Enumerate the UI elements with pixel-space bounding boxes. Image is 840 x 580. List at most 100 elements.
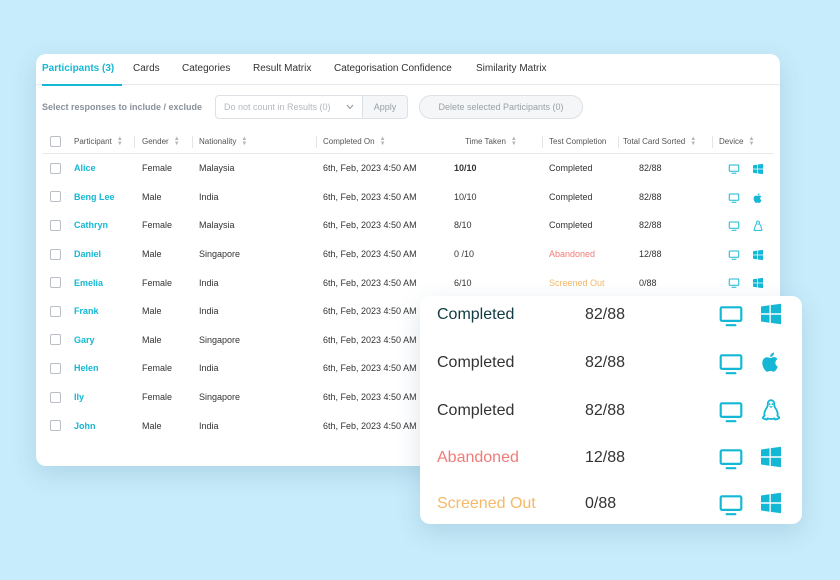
chevron-down-icon [346,104,354,110]
windows-icon [759,445,783,474]
header-label: Total Card Sorted [623,136,686,146]
table-row[interactable]: Alice Female Malaysia 6th, Feb, 2023 4:5… [42,154,774,183]
desktop-icon [718,303,744,334]
header-label: Completed On [323,136,375,146]
select-all-checkbox[interactable] [50,136,61,147]
row-checkbox[interactable] [50,162,61,174]
row-checkbox[interactable] [50,420,61,432]
tab-result-matrix[interactable]: Result Matrix [253,54,334,85]
gender-cell: Female [142,163,173,174]
results-count-select[interactable]: Do not count in Results (0) [215,95,363,119]
zoom-status: Completed [437,306,515,323]
gender-cell: Female [142,363,173,374]
row-checkbox[interactable] [50,191,61,203]
participant-name-link[interactable]: Gary [74,335,95,345]
row-checkbox[interactable] [50,277,61,289]
header-participant[interactable]: Participant ▲ ▼ [74,136,123,147]
desktop-icon [728,219,740,231]
table-row[interactable]: Emelia Female India 6th, Feb, 2023 4:50 … [42,268,774,297]
gender-cell: Male [142,334,162,345]
tab-cards[interactable]: Cards [133,54,182,85]
header-device[interactable]: Device ▲ ▼ [719,135,755,147]
nationality-cell: Malaysia [199,163,235,174]
row-checkbox[interactable] [50,305,61,317]
zoom-row: Abandoned 12/88 [420,439,802,485]
zoom-row: Completed 82/88 [420,344,802,390]
completed-on-cell: 6th, Feb, 2023 4:50 AM [323,277,417,288]
column-divider [192,136,193,148]
header-completed-on[interactable]: Completed On ▲ ▼ [323,135,386,147]
participant-name-link[interactable]: Beng Lee [74,192,115,202]
column-divider [316,136,317,148]
tab-categories[interactable]: Categories [182,54,253,85]
participant-name-link[interactable]: Ily [74,392,84,402]
windows-icon [752,248,764,260]
header-gender[interactable]: Gender ▲ ▼ [142,135,180,147]
nationality-cell: India [199,420,219,431]
completed-on-cell: 6th, Feb, 2023 4:50 AM [323,163,417,174]
row-checkbox[interactable] [50,391,61,403]
header-label: Test Completion [549,137,607,146]
header-nationality[interactable]: Nationality ▲ ▼ [199,135,248,147]
linux-icon [759,398,783,427]
tab-similarity-matrix[interactable]: Similarity Matrix [476,54,566,85]
tab-categorisation-confidence[interactable]: Categorisation Confidence [334,54,476,85]
participant-name-link[interactable]: Cathryn [74,220,108,230]
row-checkbox[interactable] [50,248,61,260]
gender-cell: Male [142,420,162,431]
completed-on-cell: 6th, Feb, 2023 4:50 AM [323,191,417,202]
row-checkbox[interactable] [50,362,61,374]
windows-icon [759,302,783,331]
participant-name-link[interactable]: John [74,421,96,431]
completed-on-cell: 6th, Feb, 2023 4:50 AM [323,220,417,231]
zoom-row: Screened Out 0/88 [420,485,802,531]
table-header: Participant ▲ ▼ Gender ▲ ▼ Nationality ▲ ▼ Com… [42,130,774,154]
participant-name-link[interactable]: Frank [74,306,99,316]
participant-name-link[interactable]: Daniel [74,249,101,259]
header-label: Participant [74,136,112,146]
linux-icon [752,219,764,232]
zoom-total: 12/88 [585,449,626,466]
row-checkbox[interactable] [50,219,61,231]
table-row[interactable]: Beng Lee Male India 6th, Feb, 2023 4:50 … [42,183,774,212]
zoom-total: 0/88 [585,495,617,512]
desktop-icon [728,191,740,203]
header-test-completion[interactable]: Test Completion [549,137,606,146]
zoom-row: Completed 82/88 [420,296,802,342]
nationality-cell: Singapore [199,249,241,260]
column-divider [134,136,135,148]
completed-on-cell: 6th, Feb, 2023 4:50 AM [323,420,417,431]
participant-name-link[interactable]: Alice [74,163,96,173]
participant-name-link[interactable]: Emelia [74,278,103,288]
zoom-status: Completed [437,402,515,419]
tab-bar: Participants (3) Cards Categories Result… [36,54,780,86]
row-checkbox[interactable] [50,334,61,346]
sort-icon: ▲ ▼ [173,135,180,147]
desktop-icon [728,248,740,260]
gender-cell: Male [142,306,162,317]
delete-participants-button[interactable]: Delete selected Participants (0) [419,95,583,119]
nationality-cell: India [199,191,219,202]
nationality-cell: Singapore [199,334,241,345]
apply-button[interactable]: Apply [363,95,408,119]
gender-cell: Female [142,277,173,288]
completed-on-cell: 6th, Feb, 2023 4:50 AM [323,306,417,317]
sort-icon: ▲ ▼ [241,135,248,147]
header-total-card-sorted[interactable]: Total Card Sorted ▲ ▼ [623,136,696,147]
total-card-sorted-cell: 0/88 [639,277,657,288]
table-row[interactable]: Cathryn Female Malaysia 6th, Feb, 2023 4… [42,211,774,240]
completed-on-cell: 6th, Feb, 2023 4:50 AM [323,363,417,374]
sort-icon: ▲ ▼ [379,135,386,147]
time-taken-cell: 10/10 [454,163,477,174]
participant-name-link[interactable]: Helen [74,363,99,373]
column-divider [712,136,713,148]
sort-icon: ▲ ▼ [748,135,755,147]
total-card-sorted-cell: 82/88 [639,163,662,174]
header-time-taken[interactable]: Time Taken ▲ ▼ [465,136,517,147]
tab-participants[interactable]: Participants (3) [42,54,133,86]
time-taken-cell: 6/10 [454,277,472,288]
table-row[interactable]: Daniel Male Singapore 6th, Feb, 2023 4:5… [42,240,774,269]
zoom-row: Completed 82/88 [420,392,802,438]
header-label: Gender [142,136,169,146]
test-completion-cell: Completed [549,163,593,174]
